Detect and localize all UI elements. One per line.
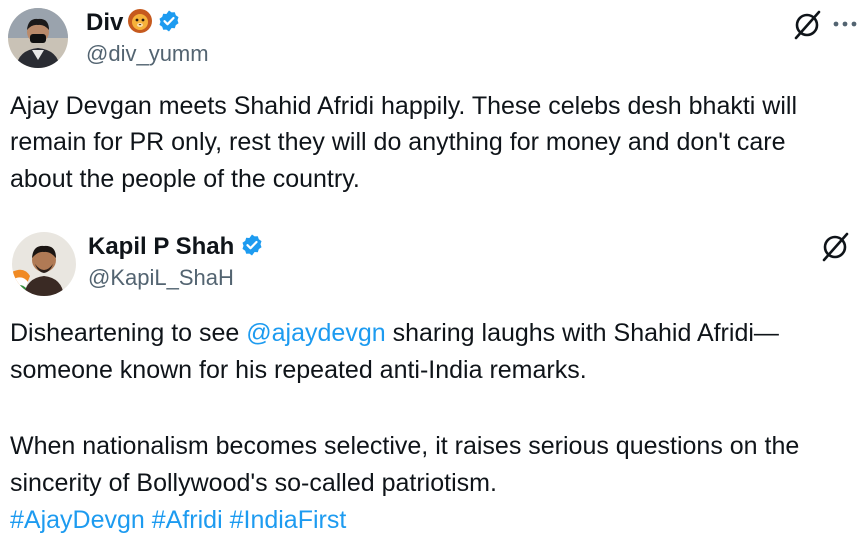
hashtag-link[interactable]: #IndiaFirst <box>230 506 347 534</box>
hashtag-row: #AjayDevgn #Afridi #IndiaFirst <box>10 502 346 539</box>
quoted-avatar[interactable] <box>12 232 76 296</box>
quoted-author-name[interactable]: Kapil P Shah <box>88 233 234 261</box>
post-text-line: remain for PR only, rest they will do an… <box>10 128 786 156</box>
quoted-text-line: sincerity of Bollywood's so-called patri… <box>10 469 497 497</box>
quoted-author-handle[interactable]: @KapiL_ShaH <box>88 265 234 291</box>
verified-badge-icon <box>157 9 181 38</box>
post-text-line: about the people of the country. <box>10 165 360 193</box>
author-row: Div <box>86 8 181 38</box>
quoted-text-line: Disheartening to see @ajaydevgn sharing … <box>10 315 779 352</box>
grok-icon[interactable] <box>818 230 852 264</box>
quoted-text-segment: Disheartening to see <box>10 319 247 347</box>
lion-emoji-icon <box>127 8 153 39</box>
avatar[interactable] <box>8 8 68 68</box>
author-name[interactable]: Div <box>86 9 123 37</box>
more-icon[interactable] <box>830 14 860 34</box>
hashtag-link[interactable]: #AjayDevgn <box>10 506 145 534</box>
quoted-author-row: Kapil P Shah <box>88 232 264 262</box>
quoted-text-line: someone known for his repeated anti-Indi… <box>10 356 587 384</box>
quoted-text-line: When nationalism becomes selective, it r… <box>10 432 800 460</box>
author-handle[interactable]: @div_yumm <box>86 41 209 67</box>
verified-badge-icon <box>240 233 264 262</box>
post-text-line: Ajay Devgan meets Shahid Afridi happily.… <box>10 92 798 120</box>
mention-link[interactable]: @ajaydevgn <box>246 319 385 347</box>
hashtag-link[interactable]: #Afridi <box>152 506 223 534</box>
grok-icon[interactable] <box>790 8 824 42</box>
quoted-text-segment: sharing laughs with Shahid Afridi— <box>385 319 779 347</box>
